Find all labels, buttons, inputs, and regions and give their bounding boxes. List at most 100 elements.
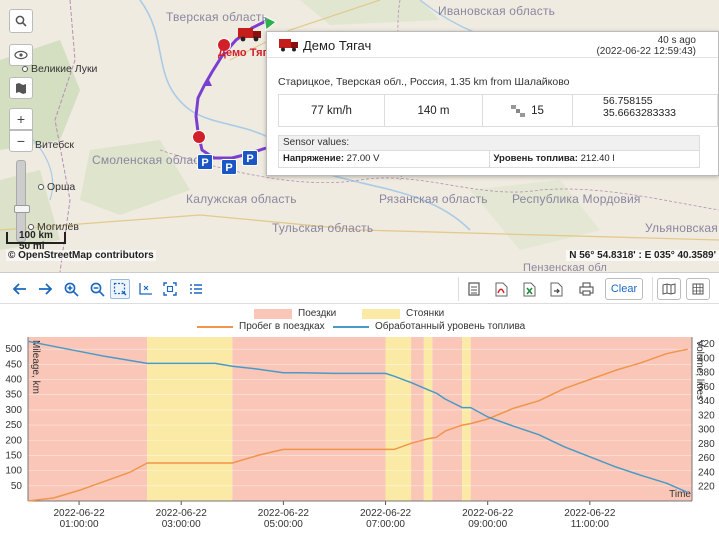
- y-left-tick-label: 100: [5, 466, 22, 477]
- y-left-tick-label: 250: [5, 420, 22, 431]
- vehicle-map-label: Демо Тяг: [218, 47, 268, 59]
- legend-swatch-trips: [254, 308, 292, 319]
- trip-band: [232, 337, 386, 501]
- coordinates-cell: 56.758155 35.6663283333: [573, 95, 717, 126]
- y-right-tick-label: 240: [698, 467, 715, 478]
- map-search-button[interactable]: [9, 9, 33, 33]
- region-label-ivanovo: Ивановская область: [438, 4, 556, 18]
- x-tick-time: 07:00:00: [366, 519, 405, 530]
- region-label-ulyanovsk: Ульяновская: [645, 221, 718, 235]
- y-right-tick-label: 300: [698, 425, 715, 436]
- legend-label-stops: Стоянки: [406, 308, 445, 319]
- popup-timestamp: (2022-06-22 12:59:43): [596, 46, 696, 57]
- stop-band: [385, 337, 412, 501]
- arrow-left-icon[interactable]: [10, 279, 30, 299]
- y-left-axis-label: Mileage, km: [30, 340, 41, 394]
- y-left-tick-label: 400: [5, 375, 22, 386]
- y-left-tick-label: 500: [5, 344, 22, 355]
- legend-item-mileage[interactable]: Пробег в поездках: [197, 321, 325, 332]
- scale-km: 100 km: [19, 230, 53, 241]
- x-tick-date: 2022-06-22: [462, 508, 514, 519]
- y-left-tick-label: 150: [5, 450, 22, 461]
- map-icon[interactable]: [657, 278, 681, 300]
- zoom-slider-handle[interactable]: [14, 205, 30, 213]
- parking-marker[interactable]: P: [221, 159, 237, 175]
- x-tick-time: 05:00:00: [264, 519, 303, 530]
- fuel-sensor: Уровень топлива: 212.40 l: [490, 151, 700, 167]
- chart-toolbar: Clear: [0, 272, 719, 304]
- trip-band: [28, 337, 148, 501]
- trip-band: [411, 337, 424, 501]
- fuel-value: 212.40 l: [580, 153, 615, 164]
- map-visibility-button[interactable]: [9, 44, 33, 66]
- map-attribution[interactable]: © OpenStreetMap contributors: [6, 250, 156, 261]
- parking-marker[interactable]: P: [242, 150, 258, 166]
- city-velikie-luki: Великие Луки: [22, 63, 97, 75]
- region-label-penza: Пензенская обл: [523, 262, 608, 272]
- arrow-right-icon[interactable]: [35, 279, 55, 299]
- cursor-coordinates: N 56° 54.8318' : E 035° 40.3589': [566, 250, 719, 261]
- legend-label-fuel: Обработанный уровень топлива: [375, 321, 526, 332]
- x-tick-time: 11:00:00: [571, 519, 610, 530]
- time-axis-icon[interactable]: [135, 279, 155, 299]
- stop-band: [462, 337, 471, 501]
- stop-marker[interactable]: [192, 130, 206, 144]
- satellite-icon: [511, 104, 526, 117]
- excel-icon[interactable]: [519, 279, 539, 299]
- toolbar-separator: [652, 277, 653, 301]
- y-right-axis-label: Volume, litres: [694, 340, 705, 400]
- y-left-tick-label: 300: [5, 405, 22, 416]
- list-icon[interactable]: [186, 279, 206, 299]
- toolbar-separator: [458, 277, 459, 301]
- y-left-tick-label: 50: [11, 481, 23, 492]
- region-label-ryazan: Рязанская область: [379, 192, 488, 206]
- speed-value: 77 km/h: [279, 95, 385, 126]
- trip-band: [432, 337, 463, 501]
- fit-icon[interactable]: [160, 279, 180, 299]
- y-right-tick-label: 280: [698, 439, 715, 450]
- voltage-label: Напряжение:: [283, 153, 345, 164]
- legend-label-mileage: Пробег в поездках: [239, 321, 325, 332]
- legend-item-fuel[interactable]: Обработанный уровень топлива: [333, 321, 525, 332]
- x-tick-date: 2022-06-22: [53, 508, 105, 519]
- latitude-value: 56.758155: [603, 95, 653, 107]
- export-icon[interactable]: [546, 279, 566, 299]
- y-right-tick-label: 260: [698, 453, 715, 464]
- zoom-out-icon[interactable]: [87, 279, 107, 299]
- zoom-in-button[interactable]: +: [9, 108, 33, 130]
- parking-marker[interactable]: P: [197, 154, 213, 170]
- zoom-out-button[interactable]: −: [9, 130, 33, 152]
- sensor-values: Sensor values: Напряжение: 27.00 V Урове…: [278, 135, 700, 168]
- trip-band: [470, 337, 692, 501]
- y-right-tick-label: 320: [698, 410, 715, 421]
- pdf-icon[interactable]: [491, 279, 511, 299]
- legend-swatch-mileage: [197, 325, 233, 328]
- longitude-value: 35.6663283333: [603, 107, 676, 119]
- legend-item-stops[interactable]: Стоянки: [362, 308, 444, 319]
- satellites-value: 15: [531, 104, 544, 117]
- truck-icon[interactable]: [238, 26, 262, 42]
- grid-icon[interactable]: [686, 278, 710, 300]
- x-tick-time: 09:00:00: [468, 519, 507, 530]
- legend-item-trips[interactable]: Поездки: [254, 308, 336, 319]
- select-area-icon[interactable]: [110, 279, 130, 299]
- popup-header: Демо Тягач 40 s ago (2022-06-22 12:59:43…: [267, 32, 718, 58]
- map-layers-button[interactable]: [9, 77, 33, 99]
- sensor-values-title: Sensor values:: [279, 136, 699, 151]
- zoom-in-icon[interactable]: [61, 279, 81, 299]
- chart-area[interactable]: Поездки Стоянки Пробег в поездках Обрабо…: [0, 304, 719, 540]
- popup-stats: 77 km/h 140 m 15 56.758155 35.6663283333: [278, 94, 718, 127]
- clear-button[interactable]: Clear: [605, 278, 643, 300]
- chart-plot[interactable]: 50 100 150 200 250 300 350 400 450 500 220 240 260 28…: [0, 304, 719, 540]
- region-label-kaluga: Калужская область: [186, 192, 297, 206]
- table-icon[interactable]: [464, 279, 484, 299]
- x-axis-label: Time: [669, 489, 691, 500]
- popup-title: Демо Тягач: [303, 38, 372, 53]
- print-icon[interactable]: [576, 279, 596, 299]
- y-left-tick-label: 350: [5, 390, 22, 401]
- satellites-cell: 15: [483, 95, 573, 126]
- region-label-tver: Тверская область: [166, 10, 269, 24]
- x-tick-date: 2022-06-22: [360, 508, 412, 519]
- stop-band: [147, 337, 233, 501]
- map-view[interactable]: Тверская область Ивановская область Смол…: [0, 0, 719, 272]
